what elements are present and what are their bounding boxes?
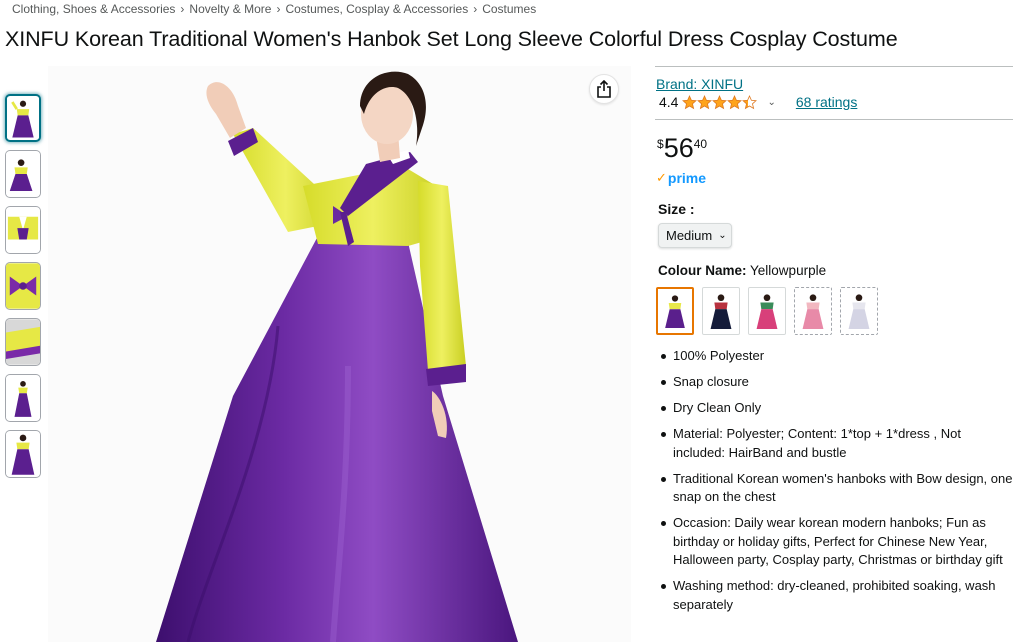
thumbnail-image[interactable] [5, 206, 41, 254]
swatch-figure [795, 288, 831, 334]
brand-link[interactable]: Brand: XINFU [656, 76, 743, 92]
chevron-down-icon[interactable]: ⌄ [767, 97, 775, 108]
prime-badge: ✓ prime [656, 170, 706, 186]
divider [655, 119, 1013, 120]
breadcrumb-separator: › [180, 2, 185, 16]
divider [655, 66, 1013, 67]
thumbnail-figure [6, 207, 40, 253]
price-whole: 56 [663, 133, 694, 163]
share-icon [597, 80, 611, 98]
thumbnail-figure [6, 431, 40, 477]
feature-bullet: 100% Polyester [659, 347, 1013, 366]
thumbnail-image[interactable] [5, 150, 41, 198]
star-icon [742, 94, 758, 109]
swatch-figure [841, 288, 877, 334]
price-fraction: 40 [693, 137, 708, 151]
size-label: Size : [658, 201, 695, 217]
main-product-image[interactable] [48, 66, 631, 642]
colour-label: Colour Name: Yellowpurple [658, 263, 826, 278]
colour-swatch[interactable] [748, 287, 786, 335]
product-title: XINFU Korean Traditional Women's Hanbok … [5, 27, 898, 51]
thumbnail-strip [5, 94, 43, 486]
prime-check-icon: ✓ [656, 170, 667, 185]
feature-bullet: Snap closure [659, 373, 1013, 392]
colour-label-key: Colour Name: [658, 263, 747, 278]
feature-bullet: Occasion: Daily wear korean modern hanbo… [659, 514, 1013, 570]
colour-swatch[interactable] [702, 287, 740, 335]
colour-swatch[interactable] [840, 287, 878, 335]
breadcrumb-separator: › [276, 2, 281, 16]
thumbnail-image[interactable] [5, 374, 41, 422]
breadcrumb: Clothing, Shoes & Accessories › Novelty & … [12, 2, 536, 16]
thumbnail-image[interactable] [5, 430, 41, 478]
chevron-down-icon: ⌄ [718, 230, 727, 241]
price: $ 56 40 [657, 134, 707, 162]
breadcrumb-link[interactable]: Clothing, Shoes & Accessories [12, 2, 175, 16]
colour-swatch[interactable] [656, 287, 694, 335]
thumbnail-image[interactable] [5, 318, 41, 366]
colour-selected-value: Yellowpurple [750, 263, 827, 278]
rating-stars[interactable] [682, 94, 758, 110]
thumbnail-figure [6, 263, 40, 309]
breadcrumb-link[interactable]: Novelty & More [189, 2, 271, 16]
rating-value: 4.4 [659, 94, 679, 110]
size-selected-value: Medium [666, 228, 713, 243]
star-icon [697, 94, 713, 109]
thumbnail-figure [6, 151, 40, 197]
swatch-figure [749, 288, 785, 334]
feature-bullet: Traditional Korean women's hanboks with … [659, 470, 1013, 507]
thumbnail-image[interactable] [5, 262, 41, 310]
colour-swatch[interactable] [794, 287, 832, 335]
thumbnail-figure [7, 96, 39, 140]
thumbnail-figure [6, 375, 40, 421]
feature-bullet: Dry Clean Only [659, 399, 1013, 418]
swatch-figure [703, 288, 739, 334]
size-select[interactable]: Medium ⌄ [658, 223, 732, 248]
share-button[interactable] [589, 74, 619, 104]
breadcrumb-separator: › [473, 2, 478, 16]
star-icon [712, 94, 728, 109]
feature-bullet: Material: Polyester; Content: 1*top + 1*… [659, 425, 1013, 462]
star-icon [727, 94, 743, 109]
hanbok-model-image [48, 66, 631, 642]
colour-swatches [656, 287, 886, 335]
thumbnail-image[interactable] [5, 94, 41, 142]
feature-bullet: Washing method: dry-cleaned, prohibited … [659, 577, 1013, 614]
feature-bullets: 100% Polyester Snap closure Dry Clean Only… [659, 347, 1013, 622]
rating-row: 4.4 ⌄ 68 ratings [659, 94, 857, 110]
breadcrumb-link[interactable]: Costumes [482, 2, 536, 16]
price-symbol: $ [657, 137, 664, 151]
prime-label: prime [667, 170, 707, 186]
ratings-count-link[interactable]: 68 ratings [796, 94, 857, 110]
thumbnail-figure [6, 319, 40, 365]
swatch-figure [658, 289, 692, 333]
star-icon [682, 94, 698, 109]
breadcrumb-link[interactable]: Costumes, Cosplay & Accessories [285, 2, 468, 16]
